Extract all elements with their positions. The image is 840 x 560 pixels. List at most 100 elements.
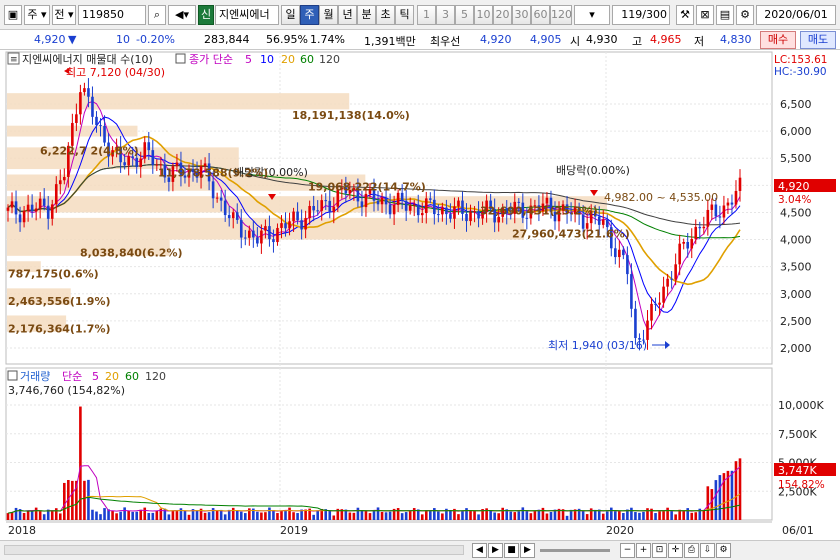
candle-body — [75, 114, 78, 123]
volume-bar — [541, 507, 545, 520]
count-input[interactable]: 119/300 — [612, 5, 670, 25]
volume-bar — [284, 510, 287, 520]
toolbar: ▣ 주 ▾ 전 ▾ 119850 ⌕ ◀▾ 신 지엔씨에너 일 주 월 년 분 … — [0, 0, 840, 30]
speaker-icon[interactable]: ◀▾ — [168, 5, 196, 25]
candle-body — [670, 278, 673, 280]
candle-body — [260, 230, 263, 244]
search-icon[interactable]: ⌕ — [148, 5, 166, 25]
play-button[interactable]: ▶ — [488, 543, 503, 558]
candle-body — [714, 204, 718, 217]
candle-body — [726, 202, 730, 206]
price-tick-label: 5,500 — [780, 152, 812, 165]
export-icon[interactable]: ⇩ — [700, 543, 715, 558]
candle-body — [99, 125, 102, 127]
interval-120[interactable]: 120 — [550, 5, 572, 25]
buy-button[interactable]: 매수 — [760, 31, 796, 49]
candle-body — [219, 197, 223, 201]
sell-button[interactable]: 매도 — [800, 31, 836, 49]
volume-bar — [380, 511, 384, 520]
stock-code-input[interactable]: 119850 — [78, 5, 146, 25]
stock-chart[interactable]: ≡ 지엔씨에너지 매물대 수(10) 종가 단순 5 10 20 60 120 … — [0, 50, 840, 540]
period-second[interactable]: 초 — [376, 5, 395, 25]
crosshair-icon[interactable]: ✛ — [668, 543, 683, 558]
candle-body — [424, 198, 428, 214]
scroll-left-button[interactable]: ◀ — [472, 543, 487, 558]
volume-bar — [328, 510, 332, 520]
date-input[interactable]: 2020/06/01 — [756, 5, 836, 25]
interval-60[interactable]: 60 — [531, 5, 550, 25]
candle-body — [654, 303, 657, 305]
x-label-2018: 2018 — [8, 524, 36, 537]
print-icon[interactable]: ⎙ — [684, 543, 699, 558]
zoom-slider[interactable] — [540, 549, 610, 552]
chart-scrollbar[interactable] — [4, 545, 464, 555]
candle-body — [288, 221, 291, 229]
volume-bar — [260, 512, 263, 520]
volume-bar — [143, 507, 147, 520]
candle-body — [280, 223, 283, 228]
candle-body — [392, 204, 396, 215]
market-select[interactable]: 주 ▾ — [24, 5, 50, 25]
candle-body — [388, 204, 392, 215]
period-week[interactable]: 주 — [300, 5, 319, 25]
volume-bar — [352, 512, 356, 520]
volume-bar — [509, 511, 513, 520]
volume-bar — [714, 480, 718, 520]
period-minute[interactable]: 분 — [357, 5, 376, 25]
candle-body — [517, 201, 521, 203]
candle-body — [139, 158, 143, 168]
chart-type-icon[interactable]: ⊠ — [696, 5, 714, 25]
scroll-right-button[interactable]: ▶ — [520, 543, 535, 558]
volume-bar — [243, 513, 247, 520]
x-label-end: 06/01 — [782, 524, 814, 537]
period-month[interactable]: 월 — [319, 5, 338, 25]
volume-bar — [231, 507, 235, 520]
candle-body — [239, 219, 243, 238]
zoom-out-icon[interactable]: − — [620, 543, 635, 558]
volume-bar — [666, 507, 669, 520]
interval-3[interactable]: 3 — [436, 5, 455, 25]
volume-profile-label: 19,068,222(14.7%) — [308, 180, 426, 193]
candle-body — [658, 302, 661, 305]
settings-icon[interactable]: ⚙ — [716, 543, 731, 558]
candle-body — [429, 198, 432, 200]
candle-body — [706, 209, 710, 227]
candle-body — [58, 180, 62, 185]
period-day[interactable]: 일 — [281, 5, 300, 25]
interval-10[interactable]: 10 — [474, 5, 493, 25]
interval-5[interactable]: 5 — [455, 5, 474, 25]
candle-body — [10, 201, 14, 208]
volume-bar — [211, 508, 215, 520]
zoom-in-icon[interactable]: + — [636, 543, 651, 558]
candle-body — [453, 206, 456, 219]
period-tick[interactable]: 틱 — [395, 5, 414, 25]
gear-icon[interactable]: ⚙ — [736, 5, 754, 25]
chart-area[interactable]: ≡ 지엔씨에너지 매물대 수(10) 종가 단순 5 10 20 60 120 … — [0, 50, 840, 540]
volume-tick-label: 7,500K — [778, 428, 817, 441]
fit-icon[interactable]: ⊡ — [652, 543, 667, 558]
volume-bar — [404, 512, 408, 520]
volume-bar — [215, 510, 219, 520]
interval-dropdown[interactable]: ▾ — [574, 5, 610, 25]
volume-bar — [690, 512, 694, 520]
tools-icon[interactable]: ⚒ — [676, 5, 694, 25]
interval-1[interactable]: 1 — [417, 5, 436, 25]
stop-button[interactable]: ■ — [504, 543, 519, 558]
candle-body — [123, 162, 126, 166]
period-year[interactable]: 년 — [338, 5, 357, 25]
save-icon[interactable]: ▤ — [716, 5, 734, 25]
volume-bar — [356, 507, 360, 520]
candle-body — [308, 205, 311, 219]
interval-20[interactable]: 20 — [493, 5, 512, 25]
volume-bar — [54, 508, 58, 520]
volume-bar — [123, 507, 126, 520]
volume-ma-60: 60 — [125, 370, 139, 383]
chart-menu-icon[interactable]: ▣ — [4, 5, 22, 25]
candle-body — [215, 197, 219, 199]
open-label: 시 — [570, 35, 581, 48]
candle-body — [686, 241, 690, 249]
prev-button[interactable]: 전 ▾ — [52, 5, 76, 25]
price-panel-title: 지엔씨에너지 매물대 수(10) — [22, 53, 153, 66]
interval-30[interactable]: 30 — [512, 5, 531, 25]
candle-body — [63, 176, 66, 181]
